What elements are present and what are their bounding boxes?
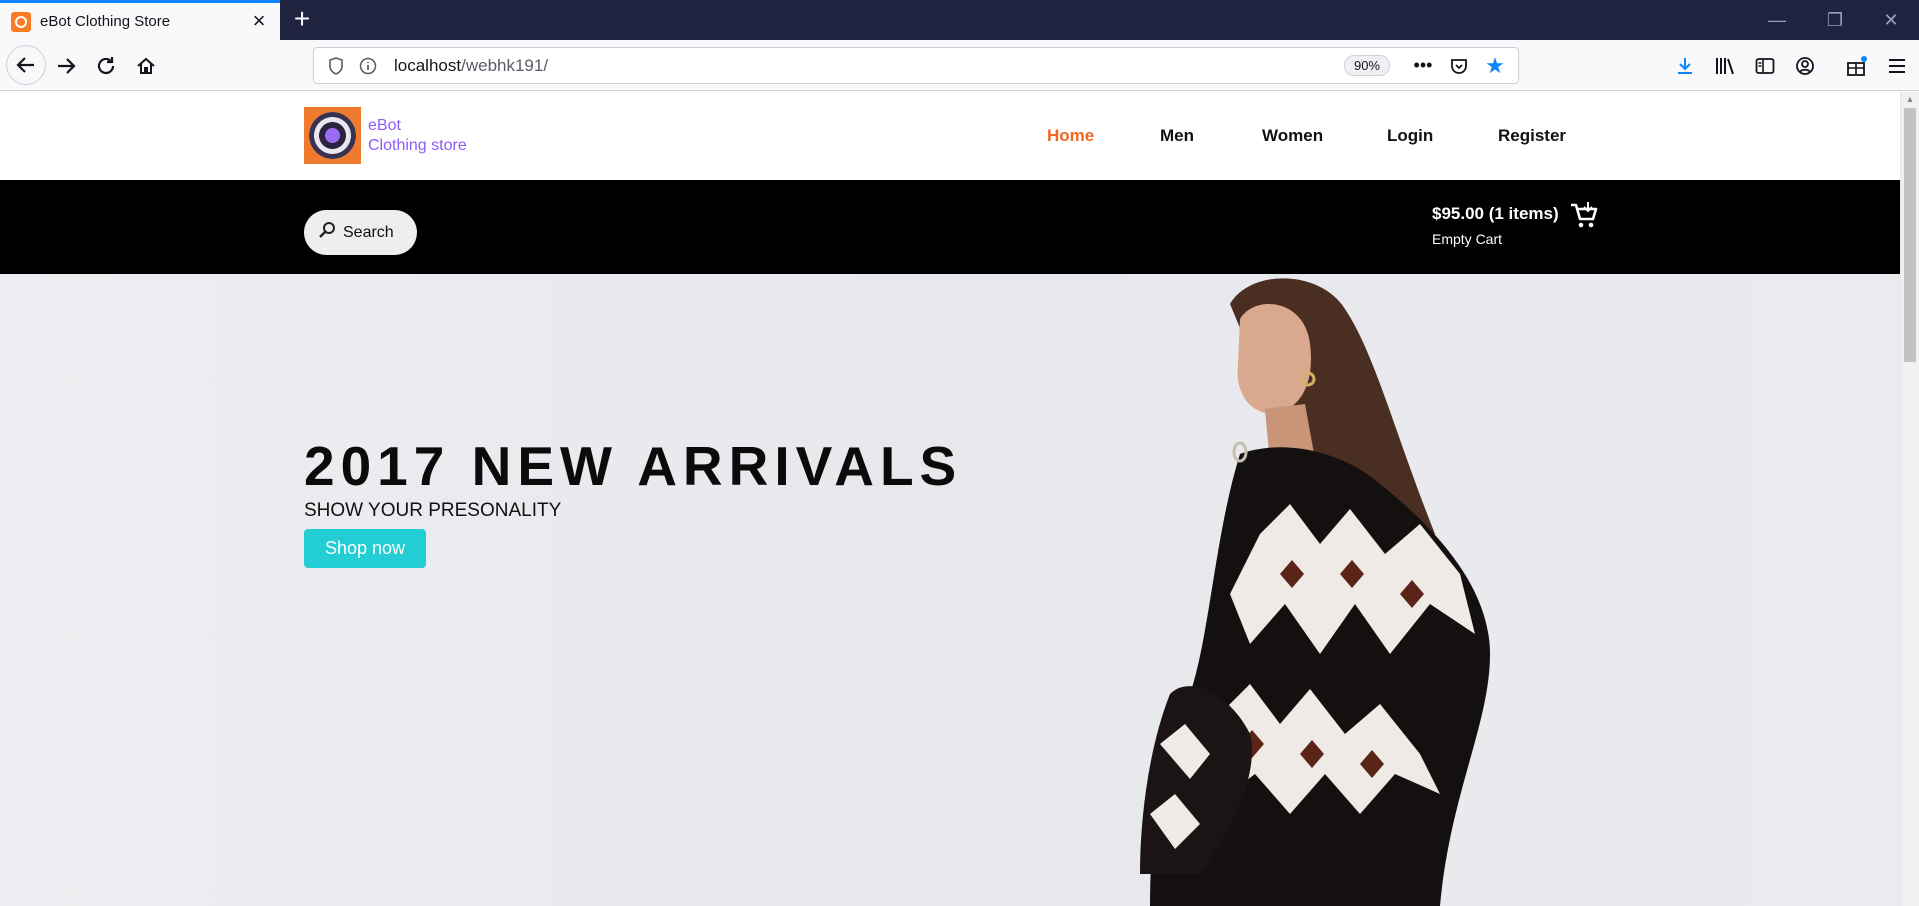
nav-men[interactable]: Men xyxy=(1160,126,1194,146)
browser-tab-bar: eBot Clothing Store × + — ❐ ✕ xyxy=(0,0,1919,40)
extensions-icon[interactable] xyxy=(1844,53,1870,79)
address-bar[interactable]: localhost/webhk191/ 90% ••• ★ xyxy=(313,47,1519,84)
new-tab-icon[interactable]: + xyxy=(288,5,316,34)
search-cart-bar: Search $95.00 (1 items) Empty Cart xyxy=(0,180,1900,274)
menu-icon[interactable] xyxy=(1884,53,1910,79)
hero-title: 2017 NEW ARRIVALS xyxy=(304,435,963,497)
library-icon[interactable] xyxy=(1712,53,1738,79)
brand-line-1: eBot xyxy=(368,117,401,134)
shop-now-button[interactable]: Shop now xyxy=(304,529,426,568)
hero-subtitle: SHOW YOUR PRESONALITY xyxy=(304,500,562,521)
page-scrollbar[interactable]: ▲ xyxy=(1900,92,1919,906)
downloads-icon[interactable] xyxy=(1672,53,1698,79)
site-info-icon[interactable] xyxy=(358,56,378,76)
scrollbar-thumb[interactable] xyxy=(1904,108,1916,362)
url-text[interactable]: localhost/webhk191/ xyxy=(394,56,1344,76)
tracking-shield-icon[interactable] xyxy=(326,56,346,76)
url-path: /webhk191/ xyxy=(461,55,549,75)
account-icon[interactable] xyxy=(1792,53,1818,79)
search-label: Search xyxy=(343,223,394,241)
site-favicon-icon xyxy=(11,11,31,32)
hero-model-image xyxy=(1140,278,1490,906)
cart-icon[interactable] xyxy=(1569,200,1599,230)
eye-logo-icon xyxy=(309,112,356,159)
tab-title: eBot Clothing Store xyxy=(40,13,171,30)
sidebar-icon[interactable] xyxy=(1752,53,1778,79)
close-window-icon[interactable]: ✕ xyxy=(1878,8,1904,32)
minimize-icon[interactable]: — xyxy=(1764,8,1790,32)
brand-name[interactable]: eBot Clothing store xyxy=(368,116,467,156)
page-viewport: eBot Clothing store Home Men Women Login… xyxy=(0,92,1900,906)
nav-login[interactable]: Login xyxy=(1387,126,1433,146)
search-icon xyxy=(318,221,336,244)
browser-tab[interactable]: eBot Clothing Store × xyxy=(0,0,280,40)
restore-icon[interactable]: ❐ xyxy=(1822,8,1848,32)
store-logo[interactable] xyxy=(304,107,361,164)
reload-icon[interactable] xyxy=(88,48,124,84)
page-actions-icon[interactable]: ••• xyxy=(1410,53,1436,79)
hero-banner: 2017 NEW ARRIVALS SHOW YOUR PRESONALITY … xyxy=(0,274,1900,906)
zoom-level-badge[interactable]: 90% xyxy=(1343,55,1390,76)
scroll-up-icon[interactable]: ▲ xyxy=(1904,94,1916,106)
site-header: eBot Clothing store Home Men Women Login… xyxy=(0,92,1900,180)
close-tab-icon[interactable]: × xyxy=(248,9,270,33)
nav-register[interactable]: Register xyxy=(1498,126,1566,146)
cart-total[interactable]: $95.00 (1 items) xyxy=(1432,204,1559,224)
search-button[interactable]: Search xyxy=(304,210,417,255)
nav-women[interactable]: Women xyxy=(1262,126,1323,146)
back-icon[interactable] xyxy=(6,45,46,85)
browser-toolbar: localhost/webhk191/ 90% ••• ★ xyxy=(0,40,1919,91)
url-host: localhost xyxy=(394,55,462,75)
bookmark-star-icon[interactable]: ★ xyxy=(1482,53,1508,79)
forward-icon[interactable] xyxy=(48,48,84,84)
pocket-icon[interactable] xyxy=(1446,53,1472,79)
brand-line-2: Clothing store xyxy=(368,137,467,154)
empty-cart-link[interactable]: Empty Cart xyxy=(1432,231,1502,247)
home-icon[interactable] xyxy=(128,48,164,84)
nav-home[interactable]: Home xyxy=(1047,126,1094,146)
